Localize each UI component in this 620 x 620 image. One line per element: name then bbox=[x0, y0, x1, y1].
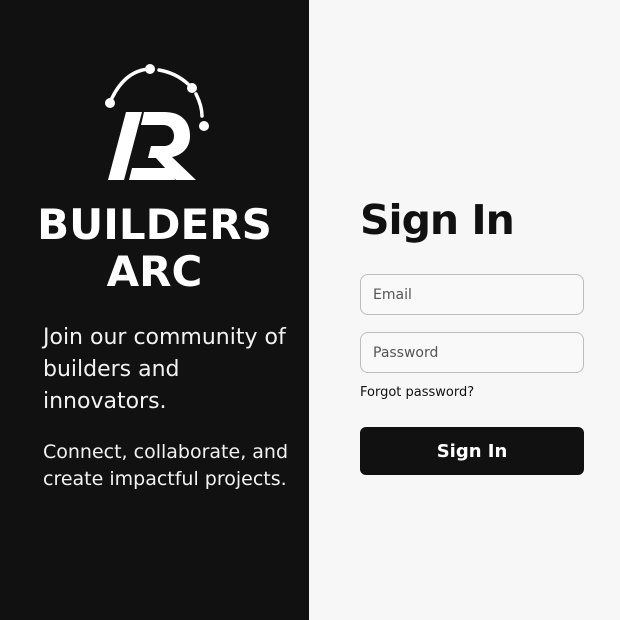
tagline-primary: Join our community of builders and innov… bbox=[43, 325, 286, 414]
password-field[interactable] bbox=[360, 332, 584, 373]
brand-name-line2: ARC bbox=[106, 247, 203, 296]
forgot-password-link[interactable]: Forgot password? bbox=[360, 385, 474, 400]
signin-title: Sign In bbox=[360, 196, 515, 244]
sign-in-page: BUILDERS ARC Join our community of build… bbox=[0, 0, 620, 620]
sign-in-button[interactable]: Sign In bbox=[360, 427, 584, 475]
signin-panel: Sign In Forgot password? Sign In bbox=[309, 0, 620, 620]
email-field[interactable] bbox=[360, 274, 584, 315]
tagline-secondary: Connect, collaborate, and create impactf… bbox=[43, 441, 289, 490]
builders-arc-logo-icon bbox=[105, 64, 209, 180]
brand-panel: BUILDERS ARC Join our community of build… bbox=[0, 0, 309, 620]
